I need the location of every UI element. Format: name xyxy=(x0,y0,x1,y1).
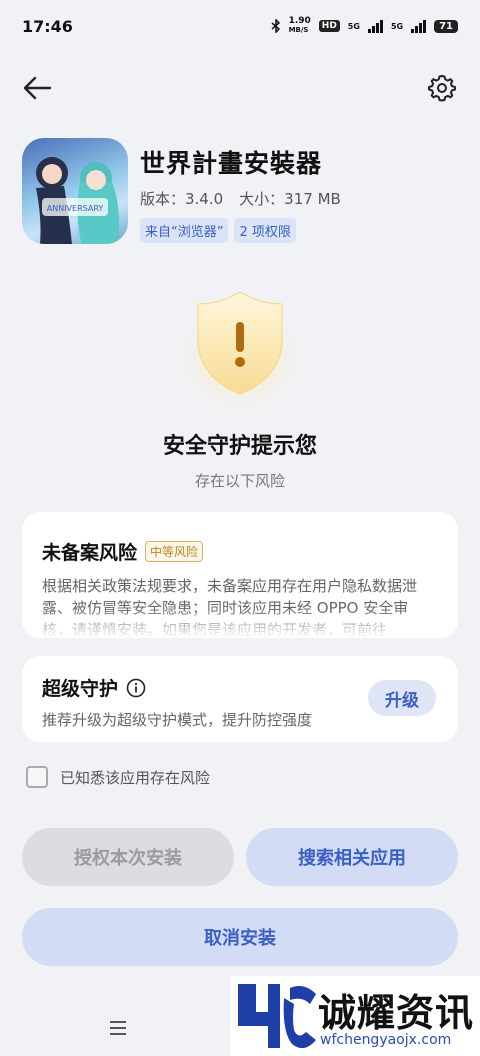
arrow-left-icon xyxy=(23,76,52,100)
status-icons: 1.90 MB/S HD 5G 5G 71 xyxy=(271,17,458,35)
status-time: 17:46 xyxy=(22,16,73,36)
watermark-title: 诚耀资讯 xyxy=(318,991,475,1035)
acknowledge-row[interactable]: 已知悉该应用存在风险 xyxy=(26,766,210,788)
source-tag[interactable]: 来自“浏览器” xyxy=(140,218,229,243)
network-speed: 1.90 MB/S xyxy=(288,16,311,35)
risk-title: 未备案风险 xyxy=(42,542,138,564)
search-related-apps-button[interactable]: 搜索相关应用 xyxy=(246,828,458,886)
network-type-1: 5G xyxy=(347,21,360,31)
app-artwork: ANNIVERSARY xyxy=(36,157,120,244)
shield-subtitle: 存在以下风险 xyxy=(194,472,285,490)
watermark-url: wfchengyaojx.com xyxy=(320,1032,452,1048)
shield-title: 安全守护提示您 xyxy=(162,434,317,459)
app-meta: 版本：3.4.0 大小：317 MB xyxy=(140,188,341,209)
network-type-2: 5G xyxy=(390,21,404,31)
signal-icon-2 xyxy=(411,19,427,33)
settings-button[interactable] xyxy=(426,72,458,104)
permissions-tag[interactable]: 2 项权限 xyxy=(234,218,296,243)
signal-icon xyxy=(367,19,383,33)
risk-level-badge: 中等风险 xyxy=(145,541,204,562)
authorize-install-button[interactable]: 授权本次安装 xyxy=(22,828,234,886)
gear-icon xyxy=(428,75,456,102)
acknowledge-checkbox[interactable] xyxy=(26,766,48,788)
cancel-install-button[interactable]: 取消安装 xyxy=(22,908,458,966)
top-nav xyxy=(0,66,480,110)
risk-title-row: 未备案风险 中等风险 xyxy=(42,538,438,565)
hd-badge: HD xyxy=(318,20,340,32)
app-version: 版本：3.4.0 xyxy=(140,190,224,208)
app-icon: ANNIVERSARY xyxy=(22,138,128,244)
back-button[interactable] xyxy=(20,72,54,104)
app-size: 大小：317 MB xyxy=(239,190,341,208)
bluetooth-icon xyxy=(271,19,280,33)
menu-icon[interactable] xyxy=(106,1016,130,1040)
super-guard-card: 超级守护 推荐升级为超级守护模式，提升防控强度 升级 xyxy=(22,656,458,742)
risk-fade xyxy=(22,608,458,638)
app-name: 世界計畫安裝器 xyxy=(140,149,323,178)
svg-text:ANNIVERSARY: ANNIVERSARY xyxy=(47,204,104,213)
status-bar: 17:46 1.90 MB/S HD 5G 5G 71 xyxy=(0,0,480,52)
battery-icon: 71 xyxy=(434,19,458,33)
risk-card[interactable]: 未备案风险 中等风险 根据相关政策法规要求，未备案应用存在用户隐私数据泄露、被仿… xyxy=(22,512,458,638)
warning-shield xyxy=(160,270,320,420)
app-header: ANNIVERSARY 世界計畫安裝器 版本：3.4.0 大小：317 MB 来… xyxy=(22,138,462,248)
info-icon[interactable] xyxy=(126,678,146,698)
app-tags: 来自“浏览器” 2 项权限 xyxy=(140,218,296,243)
guard-title: 超级守护 xyxy=(42,678,119,700)
acknowledge-label: 已知悉该应用存在风险 xyxy=(60,768,211,787)
shield-icon xyxy=(162,282,318,418)
watermark: 诚耀资讯 wfchengyaojx.com xyxy=(230,976,480,1056)
upgrade-button[interactable]: 升级 xyxy=(368,680,436,716)
watermark-logo xyxy=(238,984,316,1049)
